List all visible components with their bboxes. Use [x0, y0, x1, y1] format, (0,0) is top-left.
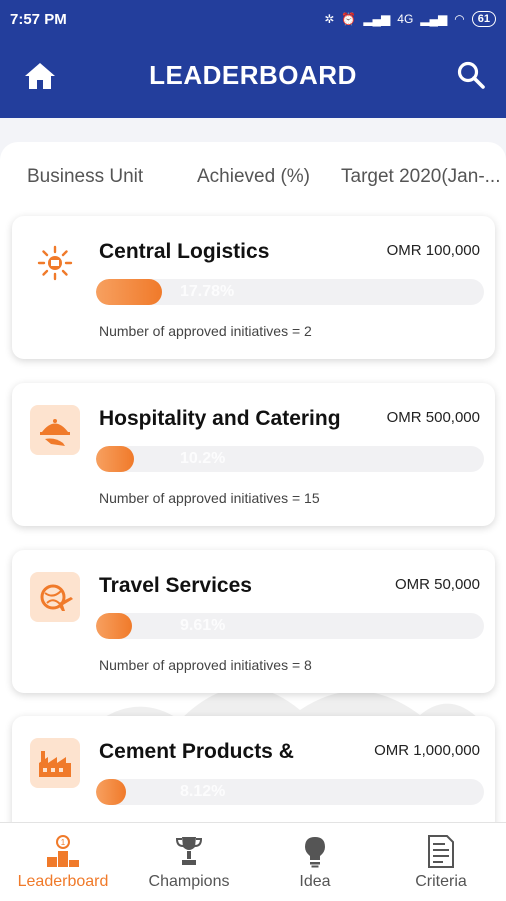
alarm-icon: ⏰	[341, 12, 357, 26]
unit-name: Central Logistics	[99, 240, 270, 263]
column-header-achieved[interactable]: Achieved (%)	[197, 166, 310, 188]
unit-name: Hospitality and Catering	[99, 407, 341, 430]
unit-name: Travel Services	[99, 574, 252, 597]
logistics-sun-icon	[30, 238, 80, 288]
wifi-icon: ◠	[454, 12, 465, 26]
podium-icon: 1	[47, 835, 79, 867]
status-icons: ✲ ⏰ ▂▄▆ 4G ▂▄▆ ◠ 61	[324, 11, 496, 27]
unit-card[interactable]: Central Logistics OMR 100,000 17.78% Num…	[12, 216, 495, 359]
achieved-progress-bar: 9.61%	[96, 613, 484, 639]
network-type: 4G	[397, 12, 414, 26]
progress-fill	[96, 446, 134, 472]
bug-icon: ✲	[324, 12, 335, 26]
initiatives-count: Number of approved initiatives = 8	[99, 657, 312, 673]
nav-label: Leaderboard	[17, 873, 109, 890]
nav-label: Idea	[299, 873, 331, 890]
serving-cloche-icon	[30, 405, 80, 455]
nav-tab-champions[interactable]: Champions	[126, 823, 252, 901]
initiatives-count: Number of approved initiatives = 15	[99, 490, 320, 506]
nav-label: Champions	[148, 873, 230, 890]
svg-text:1: 1	[61, 838, 66, 847]
nav-tab-criteria[interactable]: Criteria	[378, 823, 504, 901]
unit-target: OMR 500,000	[386, 409, 480, 426]
document-checklist-icon	[428, 835, 454, 868]
achieved-percent: 17.78%	[180, 283, 235, 300]
column-header-business-unit[interactable]: Business Unit	[27, 166, 143, 188]
signal-icon-2: ▂▄▆	[420, 12, 448, 26]
achieved-percent: 10.2%	[180, 450, 226, 467]
initiatives-count: Number of approved initiatives = 2	[99, 323, 312, 339]
achieved-progress-bar: 8.12%	[96, 779, 484, 805]
nav-label: Criteria	[415, 873, 467, 890]
page-title: LEADERBOARD	[149, 60, 357, 90]
globe-plane-icon	[30, 572, 80, 622]
app-bar: LEADERBOARD	[0, 38, 506, 118]
unit-name: Cement Products &	[99, 740, 294, 763]
unit-target: OMR 50,000	[394, 576, 480, 593]
factory-icon	[30, 738, 80, 788]
achieved-percent: 8.12%	[180, 783, 226, 800]
achieved-progress-bar: 17.78%	[96, 279, 484, 305]
status-time: 7:57 PM	[10, 10, 67, 28]
nav-tab-leaderboard[interactable]: 1 Leaderboard	[0, 823, 126, 901]
column-header-target[interactable]: Target 2020(Jan-...	[341, 166, 500, 188]
progress-fill	[96, 779, 126, 805]
progress-fill	[96, 279, 162, 305]
unit-target: OMR 100,000	[386, 242, 480, 259]
battery-level: 61	[471, 11, 496, 27]
achieved-progress-bar: 10.2%	[96, 446, 484, 472]
unit-card[interactable]: Hospitality and Catering OMR 500,000 10.…	[12, 383, 495, 526]
achieved-percent: 9.61%	[180, 617, 226, 634]
status-bar: 7:57 PM ✲ ⏰ ▂▄▆ 4G ▂▄▆ ◠ 61	[0, 0, 506, 38]
signal-icon: ▂▄▆	[363, 12, 391, 26]
progress-fill	[96, 613, 132, 639]
unit-card[interactable]: Travel Services OMR 50,000 9.61% Number …	[12, 550, 495, 693]
column-headers: Business Unit Achieved (%) Target 2020(J…	[0, 166, 506, 192]
unit-target: OMR 1,000,000	[374, 742, 480, 759]
nav-tab-idea[interactable]: Idea	[252, 823, 378, 901]
search-icon[interactable]	[456, 60, 486, 90]
bottom-navigation: 1 Leaderboard Champions Idea Criteria	[0, 822, 506, 901]
trophy-icon	[175, 837, 203, 865]
lightbulb-icon	[305, 837, 325, 868]
